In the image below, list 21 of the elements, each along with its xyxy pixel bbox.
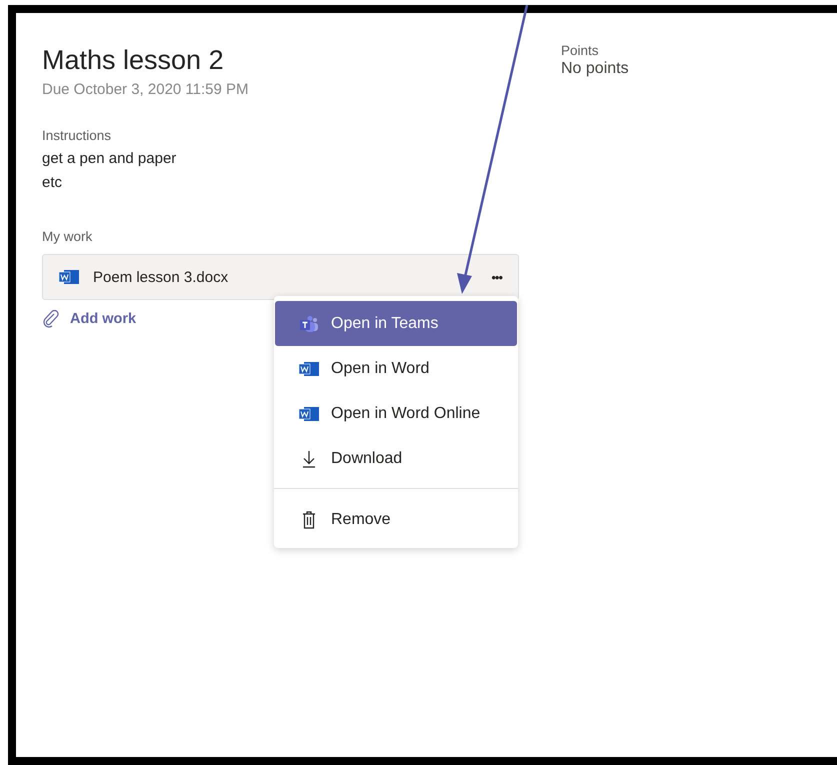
paperclip-icon [42, 310, 60, 328]
menu-item[interactable]: Remove [275, 497, 517, 542]
word-icon [299, 404, 319, 422]
instructions-text: etc [42, 173, 64, 193]
menu-item[interactable]: Download [275, 436, 517, 481]
file-name: Poem lesson 3.docx [93, 268, 230, 286]
points-label: Points [561, 43, 600, 58]
menu-item[interactable]: Open in Teams [275, 301, 517, 346]
instructions-text: get a pen and paper [42, 149, 178, 169]
instructions-label: Instructions [42, 128, 112, 143]
points-value: No points [561, 60, 629, 78]
people-icon [299, 314, 319, 332]
add-work-link[interactable]: Add work [42, 310, 136, 328]
more-button[interactable]: ••• [491, 270, 502, 284]
my-work-label: My work [42, 229, 94, 244]
assignment-title: Maths lesson 2 [42, 44, 225, 77]
due-date: Due October 3, 2020 11:59 PM [42, 81, 250, 98]
menu-item[interactable]: Open in Word Online [275, 391, 517, 436]
menu-item[interactable]: Open in Word [275, 346, 517, 391]
word-icon [59, 268, 79, 286]
word-icon [299, 360, 319, 378]
